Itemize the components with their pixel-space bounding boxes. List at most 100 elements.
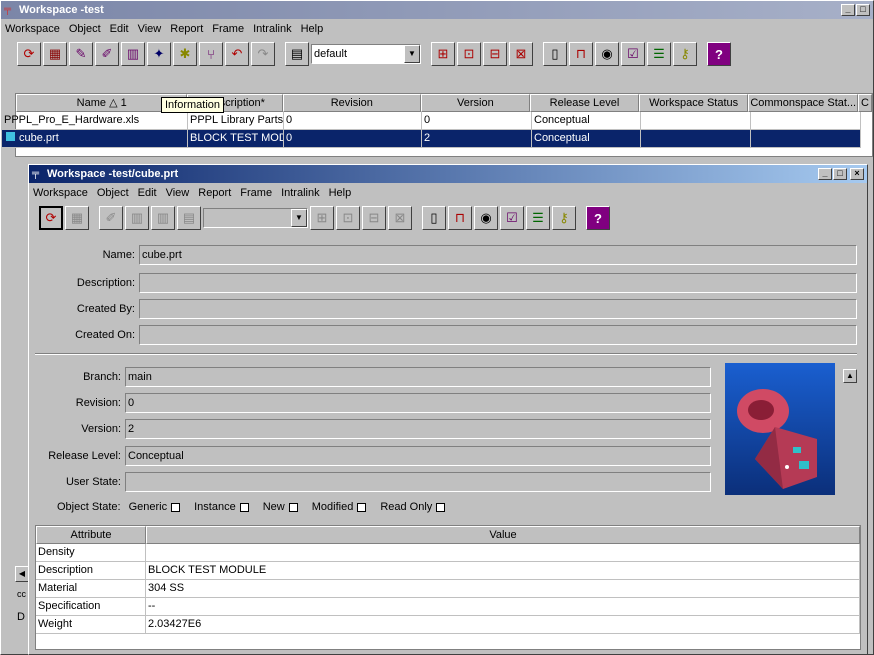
list-icon[interactable]: ☰	[647, 42, 671, 66]
export-icon[interactable]: ⊠	[509, 42, 533, 66]
information-icon[interactable]: ▯	[422, 206, 446, 230]
menu-object[interactable]: Object	[69, 23, 101, 35]
menu-edit[interactable]: Edit	[138, 187, 157, 199]
find-icon[interactable]: ◉	[474, 206, 498, 230]
key-icon[interactable]: ⚷	[673, 42, 697, 66]
list-icon[interactable]: ☰	[526, 206, 550, 230]
revision-field[interactable]: 0	[125, 393, 711, 413]
frame-icon[interactable]: ⊓	[569, 42, 593, 66]
check-in-icon[interactable]: ▦	[43, 42, 67, 66]
workspace-icon[interactable]: ⊞	[310, 206, 334, 230]
created-on-field[interactable]	[139, 325, 857, 345]
refresh-icon[interactable]: ⟳	[17, 42, 41, 66]
state-modified-checkbox[interactable]	[357, 502, 367, 512]
menu-workspace[interactable]: Workspace	[33, 187, 88, 199]
new-star-icon[interactable]: ✱	[173, 42, 197, 66]
import-icon[interactable]: ⊟	[483, 42, 507, 66]
table-row[interactable]: Material 304 SS	[36, 580, 860, 598]
undo-icon[interactable]: ↶	[225, 42, 249, 66]
table-row[interactable]: Description BLOCK TEST MODULE	[36, 562, 860, 580]
col-workspace-status[interactable]: Workspace Status	[638, 94, 749, 112]
table-row[interactable]: Specification --	[36, 598, 860, 616]
checklist-icon[interactable]: ☑	[500, 206, 524, 230]
inner-titlebar[interactable]: ╤ Workspace -test/cube.prt _ □ ×	[29, 165, 867, 183]
menu-help[interactable]: Help	[301, 23, 324, 35]
table-row[interactable]: PPPL_Pro_E_Hardware.xls PPPL Library Par…	[2, 112, 872, 130]
menu-view[interactable]: View	[166, 187, 190, 199]
col-value[interactable]: Value	[146, 526, 860, 544]
information-icon[interactable]: ▯	[543, 42, 567, 66]
table-row[interactable]: Density	[36, 544, 860, 562]
filter-icon[interactable]: ▤	[285, 42, 309, 66]
col-c[interactable]: C	[858, 94, 872, 112]
state-instance-checkbox[interactable]	[239, 502, 249, 512]
menu-intralink[interactable]: Intralink	[281, 187, 320, 199]
new-workspace-icon[interactable]: ⊡	[457, 42, 481, 66]
menu-edit[interactable]: Edit	[110, 23, 129, 35]
menu-view[interactable]: View	[138, 23, 162, 35]
copy-icon[interactable]: ▥	[121, 42, 145, 66]
menu-report[interactable]: Report	[170, 23, 203, 35]
table-row-selected[interactable]: cube.prt BLOCK TEST MOD... 0 2 Conceptua…	[2, 130, 872, 148]
export-icon[interactable]: ⊠	[388, 206, 412, 230]
menu-frame[interactable]: Frame	[240, 187, 272, 199]
restore-icon[interactable]: □	[856, 4, 870, 16]
object-state-label: Object State:	[57, 501, 121, 513]
state-read-only-checkbox[interactable]	[436, 502, 446, 512]
scroll-up-icon[interactable]: ▲	[843, 369, 857, 383]
branch-field[interactable]: main	[125, 367, 711, 387]
model-preview[interactable]	[725, 363, 835, 495]
table-row[interactable]: Weight 2.03427E6	[36, 616, 860, 634]
menu-help[interactable]: Help	[329, 187, 352, 199]
menu-frame[interactable]: Frame	[212, 23, 244, 35]
help-icon[interactable]: ?	[586, 206, 610, 230]
new-workspace-icon[interactable]: ⊡	[336, 206, 360, 230]
import-icon[interactable]: ⊟	[362, 206, 386, 230]
user-state-field[interactable]	[125, 472, 711, 492]
copy-icon[interactable]: ▥	[125, 206, 149, 230]
frame-icon[interactable]: ⊓	[448, 206, 472, 230]
edit-icon[interactable]: ✐	[99, 206, 123, 230]
checklist-icon[interactable]: ☑	[621, 42, 645, 66]
description-field[interactable]	[139, 273, 857, 293]
col-release-level[interactable]: Release Level	[530, 94, 639, 112]
menu-report[interactable]: Report	[198, 187, 231, 199]
tools-icon[interactable]: ✎	[69, 42, 93, 66]
maximize-icon[interactable]: □	[833, 168, 847, 180]
col-version[interactable]: Version	[420, 94, 531, 112]
menu-intralink[interactable]: Intralink	[253, 23, 292, 35]
state-new-checkbox[interactable]	[288, 502, 298, 512]
view-select[interactable]: ▼	[203, 208, 308, 228]
inner-menubar: Workspace Object Edit View Report Frame …	[29, 183, 867, 203]
menu-object[interactable]: Object	[97, 187, 129, 199]
col-commonspace-status[interactable]: Commonspace Stat...	[748, 94, 859, 112]
paste-icon[interactable]: ▥	[151, 206, 175, 230]
workspace-icon[interactable]: ⊞	[431, 42, 455, 66]
col-revision[interactable]: Revision	[283, 94, 421, 112]
close-icon[interactable]: ×	[850, 168, 864, 180]
state-generic-checkbox[interactable]	[171, 502, 181, 512]
new-object-icon[interactable]: ✦	[147, 42, 171, 66]
filter-icon[interactable]: ▤	[177, 206, 201, 230]
col-attribute[interactable]: Attribute	[36, 526, 146, 544]
scroll-left-icon[interactable]: ◀	[15, 566, 29, 582]
view-select[interactable]: default ▼	[311, 44, 421, 64]
refresh-icon[interactable]: ⟳	[39, 206, 63, 230]
branch-icon[interactable]: ⑂	[199, 42, 223, 66]
find-icon[interactable]: ◉	[595, 42, 619, 66]
chevron-down-icon[interactable]: ▼	[404, 45, 420, 63]
help-icon[interactable]: ?	[707, 42, 731, 66]
key-icon[interactable]: ⚷	[552, 206, 576, 230]
name-field[interactable]: cube.prt	[139, 245, 857, 265]
release-level-field[interactable]: Conceptual	[125, 446, 711, 466]
minimize-icon[interactable]: _	[841, 4, 855, 16]
edit-icon[interactable]: ✐	[95, 42, 119, 66]
chevron-down-icon[interactable]: ▼	[291, 209, 307, 227]
version-field[interactable]: 2	[125, 419, 711, 439]
menu-workspace[interactable]: Workspace	[5, 23, 60, 35]
created-by-field[interactable]	[139, 299, 857, 319]
outer-titlebar[interactable]: ╤ Workspace -test _ □	[1, 1, 873, 19]
check-in-icon[interactable]: ▦	[65, 206, 89, 230]
minimize-icon[interactable]: _	[818, 168, 832, 180]
redo-icon[interactable]: ↷	[251, 42, 275, 66]
